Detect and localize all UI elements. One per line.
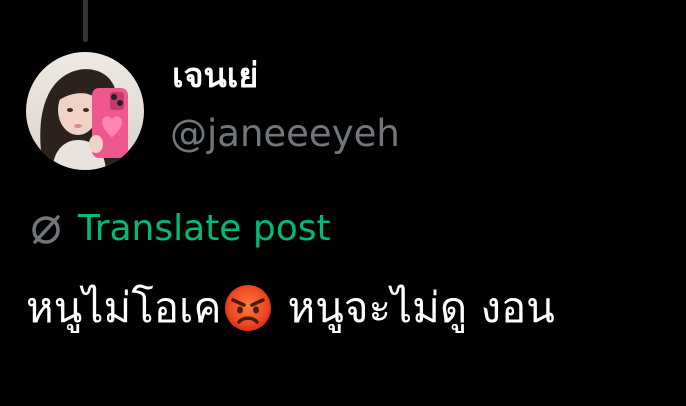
- angry-face-icon: [225, 285, 272, 331]
- display-name[interactable]: เจนเย่: [172, 54, 258, 98]
- translate-post-label: Translate post: [78, 208, 331, 249]
- translate-post-button[interactable]: Translate post: [26, 204, 331, 254]
- user-handle[interactable]: @janeeeyeh: [170, 110, 400, 158]
- thread-connector-line: [83, 0, 88, 42]
- post-text-part-2: หนูจะไม่ดู งอน: [287, 283, 555, 332]
- post-text: หนูไม่โอเค หนูจะไม่ดู งอน: [26, 276, 555, 340]
- globe-slash-icon: [32, 215, 60, 244]
- post-text-part-1: หนูไม่โอเค: [26, 283, 222, 332]
- avatar[interactable]: [26, 52, 144, 170]
